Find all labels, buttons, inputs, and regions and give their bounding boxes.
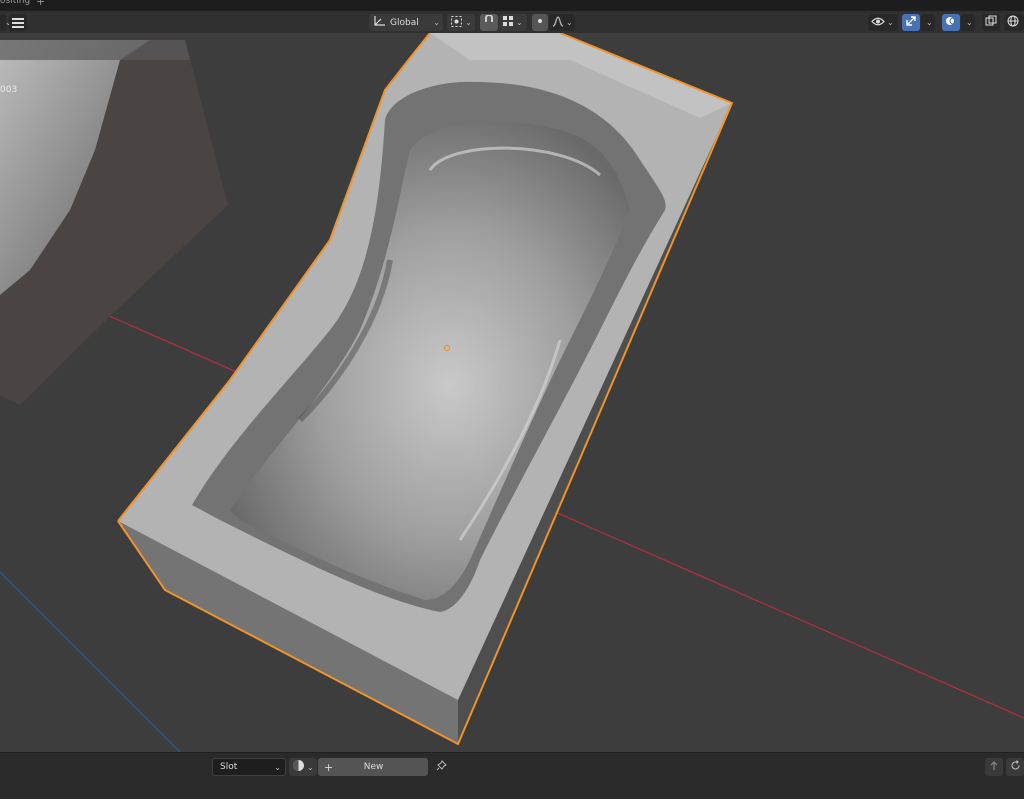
visibility-eye-icon xyxy=(871,16,885,30)
gizmo-toggle[interactable] xyxy=(902,14,920,31)
chevron-down-icon: ⌄ xyxy=(307,762,314,772)
pin-icon xyxy=(436,760,447,774)
pin-button[interactable] xyxy=(432,758,450,776)
refresh-icon xyxy=(1010,760,1021,774)
selectability-visibility-dropdown[interactable]: ⌄ xyxy=(868,14,898,31)
chevron-down-icon: ⌄ xyxy=(887,18,894,27)
transform-orientation-dropdown[interactable]: Global ⌄ xyxy=(369,14,443,31)
editor-type-chevron[interactable]: ⌄ xyxy=(0,14,12,31)
snap-grid-icon xyxy=(502,15,514,30)
transform-orientation-icon xyxy=(372,15,386,30)
slot-dropdown[interactable]: Slot ⌄ xyxy=(212,758,286,776)
wireframe-shading-button[interactable] xyxy=(1004,14,1024,31)
arrow-up-icon xyxy=(989,760,999,774)
material-sphere-icon xyxy=(292,759,305,775)
falloff-curve-icon xyxy=(552,15,564,30)
material-slot-bar: Slot ⌄ ⌄ + New xyxy=(0,752,1024,799)
overlays-icon xyxy=(945,15,957,30)
overlays-toggle[interactable] xyxy=(942,14,960,31)
snap-toggle[interactable] xyxy=(480,14,498,31)
chevron-down-icon: ⌄ xyxy=(274,762,281,772)
proportional-editing-toggle[interactable] xyxy=(532,14,548,31)
chevron-down-icon: ⌄ xyxy=(926,18,933,27)
add-workspace-button[interactable]: + xyxy=(36,0,45,8)
3d-viewport[interactable]: 003 xyxy=(0,33,1024,752)
browse-material-dropdown[interactable]: ⌄ xyxy=(289,758,317,776)
gizmo-icon xyxy=(905,15,917,30)
proportional-editing-icon xyxy=(535,16,545,29)
object-name-label: 003 xyxy=(0,85,18,95)
workspace-tab-compositing[interactable]: ositing xyxy=(0,0,30,6)
refresh-button[interactable] xyxy=(1006,758,1024,776)
shading-wireframe-icon xyxy=(1007,15,1019,30)
xray-icon xyxy=(985,15,997,30)
snap-target-dropdown[interactable]: ⌄ xyxy=(499,14,527,31)
overlays-dropdown[interactable]: ⌄ xyxy=(961,14,975,31)
pivot-point-dropdown[interactable]: ⌄ xyxy=(447,14,475,31)
snap-icon xyxy=(483,14,495,30)
chevron-down-icon: ⌄ xyxy=(433,18,440,27)
plus-icon: + xyxy=(324,760,334,774)
workspace-tabs-bar: ositing + xyxy=(0,0,1024,11)
y-axis-line xyxy=(0,571,181,752)
menu-icon[interactable] xyxy=(9,14,27,31)
proportional-falloff-dropdown[interactable]: ⌄ xyxy=(549,14,575,31)
chevron-down-icon: ⌄ xyxy=(516,18,523,27)
viewport-scene xyxy=(0,33,1024,752)
viewport-header: ⌄ Global ⌄ ⌄ ⌄ ⌄ xyxy=(0,11,1024,33)
background-mold-object xyxy=(0,40,228,405)
navigate-up-button[interactable] xyxy=(985,758,1003,776)
transform-orientation-label: Global xyxy=(390,17,419,28)
xray-toggle[interactable] xyxy=(982,14,1000,31)
new-material-label: New xyxy=(363,762,384,772)
pivot-point-icon xyxy=(450,15,463,31)
gizmo-dropdown[interactable]: ⌄ xyxy=(921,14,935,31)
new-material-button[interactable]: + New xyxy=(318,758,428,776)
chevron-down-icon: ⌄ xyxy=(566,18,573,27)
slot-label: Slot xyxy=(220,762,238,772)
chevron-down-icon: ⌄ xyxy=(966,18,973,27)
chevron-down-icon: ⌄ xyxy=(465,18,472,27)
